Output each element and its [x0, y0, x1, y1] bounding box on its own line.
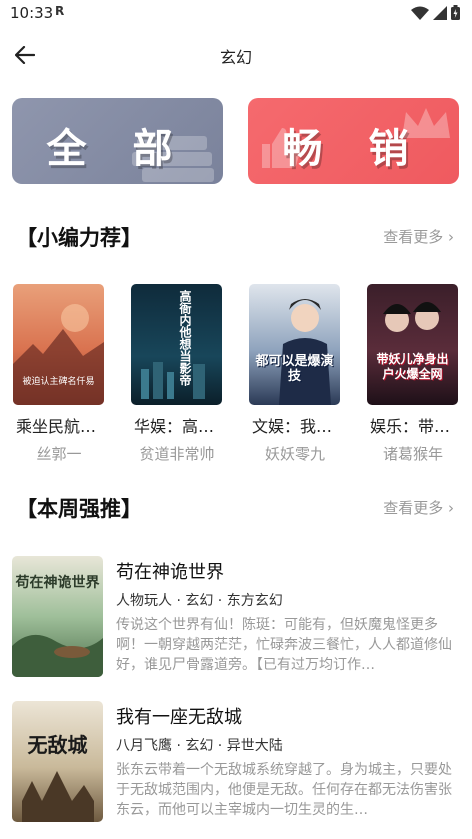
all-books-banner[interactable]: 全 部	[12, 98, 223, 184]
cover-art	[279, 299, 331, 405]
cover-title-text: 高衙内他想当影帝	[178, 290, 192, 386]
book-title: 乘坐民航…	[16, 417, 97, 436]
weekly-push-header: 【本周强推】 查看更多 ›	[0, 487, 472, 527]
cover-art	[22, 771, 94, 822]
book-cover: 都可以是爆演技	[249, 284, 340, 405]
book-author: 诸葛猴年	[382, 445, 443, 463]
editor-picks-grid: 被迫认主碑名仟易 乘坐民航… 丝郭一 高衙内他想当影帝 华娱：高… 贫道非常帅 …	[0, 284, 472, 464]
book-cover: 苟在神诡世界	[12, 556, 103, 677]
book-author: 丝郭一	[36, 445, 82, 463]
book-title: 娱乐：带…	[370, 417, 451, 436]
signal-icon	[433, 5, 447, 20]
weekly-push-more-link[interactable]: 查看更多 ›	[383, 497, 454, 518]
status-time: 10:33	[10, 4, 54, 22]
book-title: 我有一座无敌城	[116, 707, 242, 728]
cover-title-text: 无敌城	[27, 733, 88, 757]
book-title: 苟在神诡世界	[116, 562, 224, 583]
weekly-push-title: 【本周强推】	[16, 497, 142, 521]
book-title: 华娱：高…	[134, 417, 215, 436]
cover-title-text: 都可以是爆演技	[255, 354, 334, 384]
bestseller-banner[interactable]: 畅 销	[248, 98, 459, 184]
all-books-label: 全 部	[46, 126, 189, 172]
wifi-icon	[411, 6, 429, 20]
book-description: 传说这个世界有仙！陈珽：可能有，但妖魔鬼怪更多啊！一朝穿越两茫茫，忙碌奔波三餐忙…	[116, 617, 452, 673]
book-description: 张东云带着一个无敌城系统穿越了。身为城主，只要处于无敌城范围内，他便是无敌。任何…	[116, 762, 452, 818]
book-cover: 被迫认主碑名仟易	[13, 284, 104, 405]
editor-picks-more-link[interactable]: 查看更多 ›	[383, 226, 454, 247]
status-r-badge: R	[55, 4, 65, 18]
status-bar: 10:33 R	[0, 0, 472, 26]
cover-art	[383, 302, 441, 332]
top-app-bar: 玄幻	[0, 26, 472, 84]
book-cover: 无敌城	[12, 701, 103, 822]
book-meta: 人物玩人 · 玄幻 · 东方玄幻	[116, 593, 283, 609]
book-meta: 八月飞鹰 · 玄幻 · 异世大陆	[116, 738, 283, 754]
book-card[interactable]: 都可以是爆演技 文娱：我… 妖妖零九	[245, 284, 345, 464]
list-item[interactable]: 无敌城 我有一座无敌城 八月飞鹰 · 玄幻 · 异世大陆 张东云带着一个无敌城系…	[0, 701, 472, 829]
editor-picks-title: 【小编力荐】	[16, 226, 142, 250]
list-item[interactable]: 苟在神诡世界 苟在神诡世界 人物玩人 · 玄幻 · 东方玄幻 传说这个世界有仙！…	[0, 556, 472, 684]
book-card[interactable]: 高衙内他想当影帝 华娱：高… 贫道非常帅	[127, 284, 227, 464]
cover-title-text: 带妖儿净身出户火爆全网	[376, 352, 449, 381]
bestseller-label: 畅 销	[282, 126, 425, 172]
battery-icon	[451, 5, 460, 20]
book-title: 文娱：我…	[252, 417, 333, 436]
book-author: 妖妖零九	[264, 445, 325, 463]
book-card[interactable]: 带妖儿净身出户火爆全网 娱乐：带… 诸葛猴年	[363, 284, 463, 464]
cover-title-text: 苟在神诡世界	[15, 575, 100, 591]
book-cover: 带妖儿净身出户火爆全网	[367, 284, 458, 405]
cover-title-text: 被迫认主碑名仟易	[22, 377, 95, 387]
book-author: 贫道非常帅	[139, 445, 215, 463]
status-icons	[411, 5, 460, 20]
book-card[interactable]: 被迫认主碑名仟易 乘坐民航… 丝郭一	[9, 284, 109, 464]
book-cover: 高衙内他想当影帝	[131, 284, 222, 405]
editor-picks-header: 【小编力荐】 查看更多 ›	[0, 216, 472, 256]
page-title: 玄幻	[219, 48, 252, 67]
